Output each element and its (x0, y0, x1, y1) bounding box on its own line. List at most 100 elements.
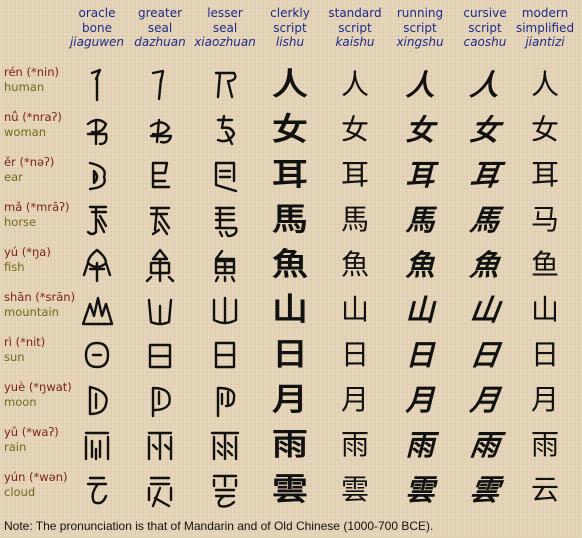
pronunciation: rì (*nit) (4, 335, 46, 349)
pronunciation: nǚ (*nraʔ) (4, 110, 62, 124)
table-row: nǚ (*nraʔ) woman 女女女女女 (0, 108, 582, 153)
glyph-cursive: 月 (468, 382, 502, 417)
row-label: rì (*nit) sun (4, 335, 45, 365)
column-header-pinyin: jiantizi (525, 35, 565, 49)
table-row: mǎ (*mrāʔ) horse 馬馬馬馬马 (0, 198, 582, 243)
glyph-modern: 日 (530, 338, 559, 371)
glyph-greater-strokes (151, 161, 171, 189)
glyph-standard: 日 (340, 338, 369, 371)
glyph-running: 山 (405, 292, 435, 327)
glyph-oracle-strokes (88, 161, 106, 191)
glyph-clerkly: 人 (272, 66, 308, 103)
table-row: rì (*nit) sun 日日日日日 (0, 333, 582, 378)
glyph-oracle-strokes (88, 385, 108, 416)
row-label: nǚ (*nraʔ) woman (4, 110, 62, 140)
glyph-running: 日 (405, 337, 435, 372)
glyph-oracle (67, 333, 127, 377)
glyph-greater (130, 378, 190, 422)
glyph-greater-strokes (149, 118, 173, 144)
glyph-cursive: 魚 (468, 247, 502, 282)
glyph-greater-strokes (145, 248, 175, 283)
glyph-clerkly: 月 (272, 381, 308, 418)
glyph-cursive: 雲 (468, 472, 502, 507)
glyph-lesser-strokes (212, 474, 238, 508)
meaning: human (4, 80, 45, 94)
table-row: yuè (*ŋwat) moon 月月月月月 (0, 378, 582, 423)
glyph-oracle-strokes (84, 341, 110, 369)
glyph-clerkly: 雨 (272, 426, 308, 463)
glyph-oracle (67, 423, 127, 467)
glyph-oracle (67, 108, 127, 152)
glyph-cursive: 女 (468, 112, 502, 147)
row-label: mǎ (*mrāʔ) horse (4, 200, 69, 230)
glyph-oracle-strokes (86, 118, 108, 146)
pronunciation: yǔ (*waʔ) (4, 425, 59, 439)
glyph-modern: 月 (530, 383, 559, 416)
glyph-standard: 山 (340, 293, 369, 326)
pronunciation: rén (*nin) (4, 65, 59, 79)
glyph-clerkly: 雲 (272, 471, 308, 508)
glyph-lesser (195, 243, 255, 287)
glyph-greater (130, 468, 190, 512)
column-header-line2: simplified (515, 20, 575, 35)
glyph-modern: 鱼 (530, 248, 559, 281)
row-label: yuè (*ŋwat) moon (4, 380, 72, 410)
glyph-clerkly: 馬 (272, 201, 308, 238)
glyph-oracle-strokes (86, 205, 108, 236)
table-row: shān (*srān) mountain 山山山山山 (0, 288, 582, 333)
meaning: moon (4, 395, 37, 409)
table-row: rén (*nin) human 人人人人人 (0, 63, 582, 108)
glyph-cursive: 耳 (468, 157, 502, 192)
table-row: yún (*wən) cloud 雲雲雲雲云 (0, 468, 582, 513)
glyph-modern: 耳 (530, 158, 559, 191)
meaning: sun (4, 350, 25, 364)
glyph-oracle-strokes (81, 296, 114, 326)
meaning: woman (4, 125, 46, 139)
pronunciation: ěr (*nəʔ) (4, 155, 55, 169)
glyph-running: 馬 (405, 202, 435, 237)
glyph-oracle (67, 288, 127, 332)
glyph-greater (130, 108, 190, 152)
glyph-modern: 山 (530, 293, 559, 326)
glyph-oracle (67, 468, 127, 512)
glyph-oracle (67, 153, 127, 197)
glyph-greater (130, 198, 190, 242)
glyph-running: 女 (405, 112, 435, 147)
meaning: fish (4, 260, 25, 274)
pronunciation: shān (*srān) (4, 290, 76, 304)
glyph-oracle (67, 378, 127, 422)
glyph-lesser (195, 63, 255, 107)
glyph-oracle (67, 63, 127, 107)
glyph-lesser (195, 468, 255, 512)
pronunciation: yú (*ŋa) (4, 245, 51, 259)
glyph-running: 月 (405, 382, 435, 417)
glyph-modern: 人 (530, 68, 559, 101)
glyph-standard: 月 (340, 383, 369, 416)
glyph-lesser-strokes (214, 161, 238, 193)
row-label: yún (*wən) cloud (4, 470, 68, 500)
glyph-cursive: 山 (468, 292, 502, 327)
glyph-lesser-strokes (214, 341, 236, 369)
glyph-running: 耳 (405, 157, 435, 192)
glyph-cursive: 馬 (468, 202, 502, 237)
glyph-clerkly: 耳 (272, 156, 308, 193)
glyph-standard: 耳 (340, 158, 369, 191)
row-label: shān (*srān) mountain (4, 290, 75, 320)
glyph-oracle-strokes (82, 248, 112, 283)
glyph-lesser-strokes (212, 296, 238, 325)
glyph-lesser (195, 153, 255, 197)
glyph-standard: 魚 (340, 248, 369, 281)
glyph-standard: 雲 (340, 473, 369, 506)
table-row: ěr (*nəʔ) ear 耳耳耳耳耳 (0, 153, 582, 198)
glyph-greater (130, 63, 190, 107)
meaning: horse (4, 215, 37, 229)
glyph-lesser (195, 378, 255, 422)
glyph-oracle (67, 198, 127, 242)
glyph-clerkly: 日 (272, 336, 308, 373)
glyph-greater (130, 243, 190, 287)
glyph-greater (130, 153, 190, 197)
meaning: ear (4, 170, 23, 184)
meaning: cloud (4, 485, 36, 499)
glyph-oracle-strokes (86, 476, 108, 505)
glyph-running: 人 (405, 67, 435, 102)
